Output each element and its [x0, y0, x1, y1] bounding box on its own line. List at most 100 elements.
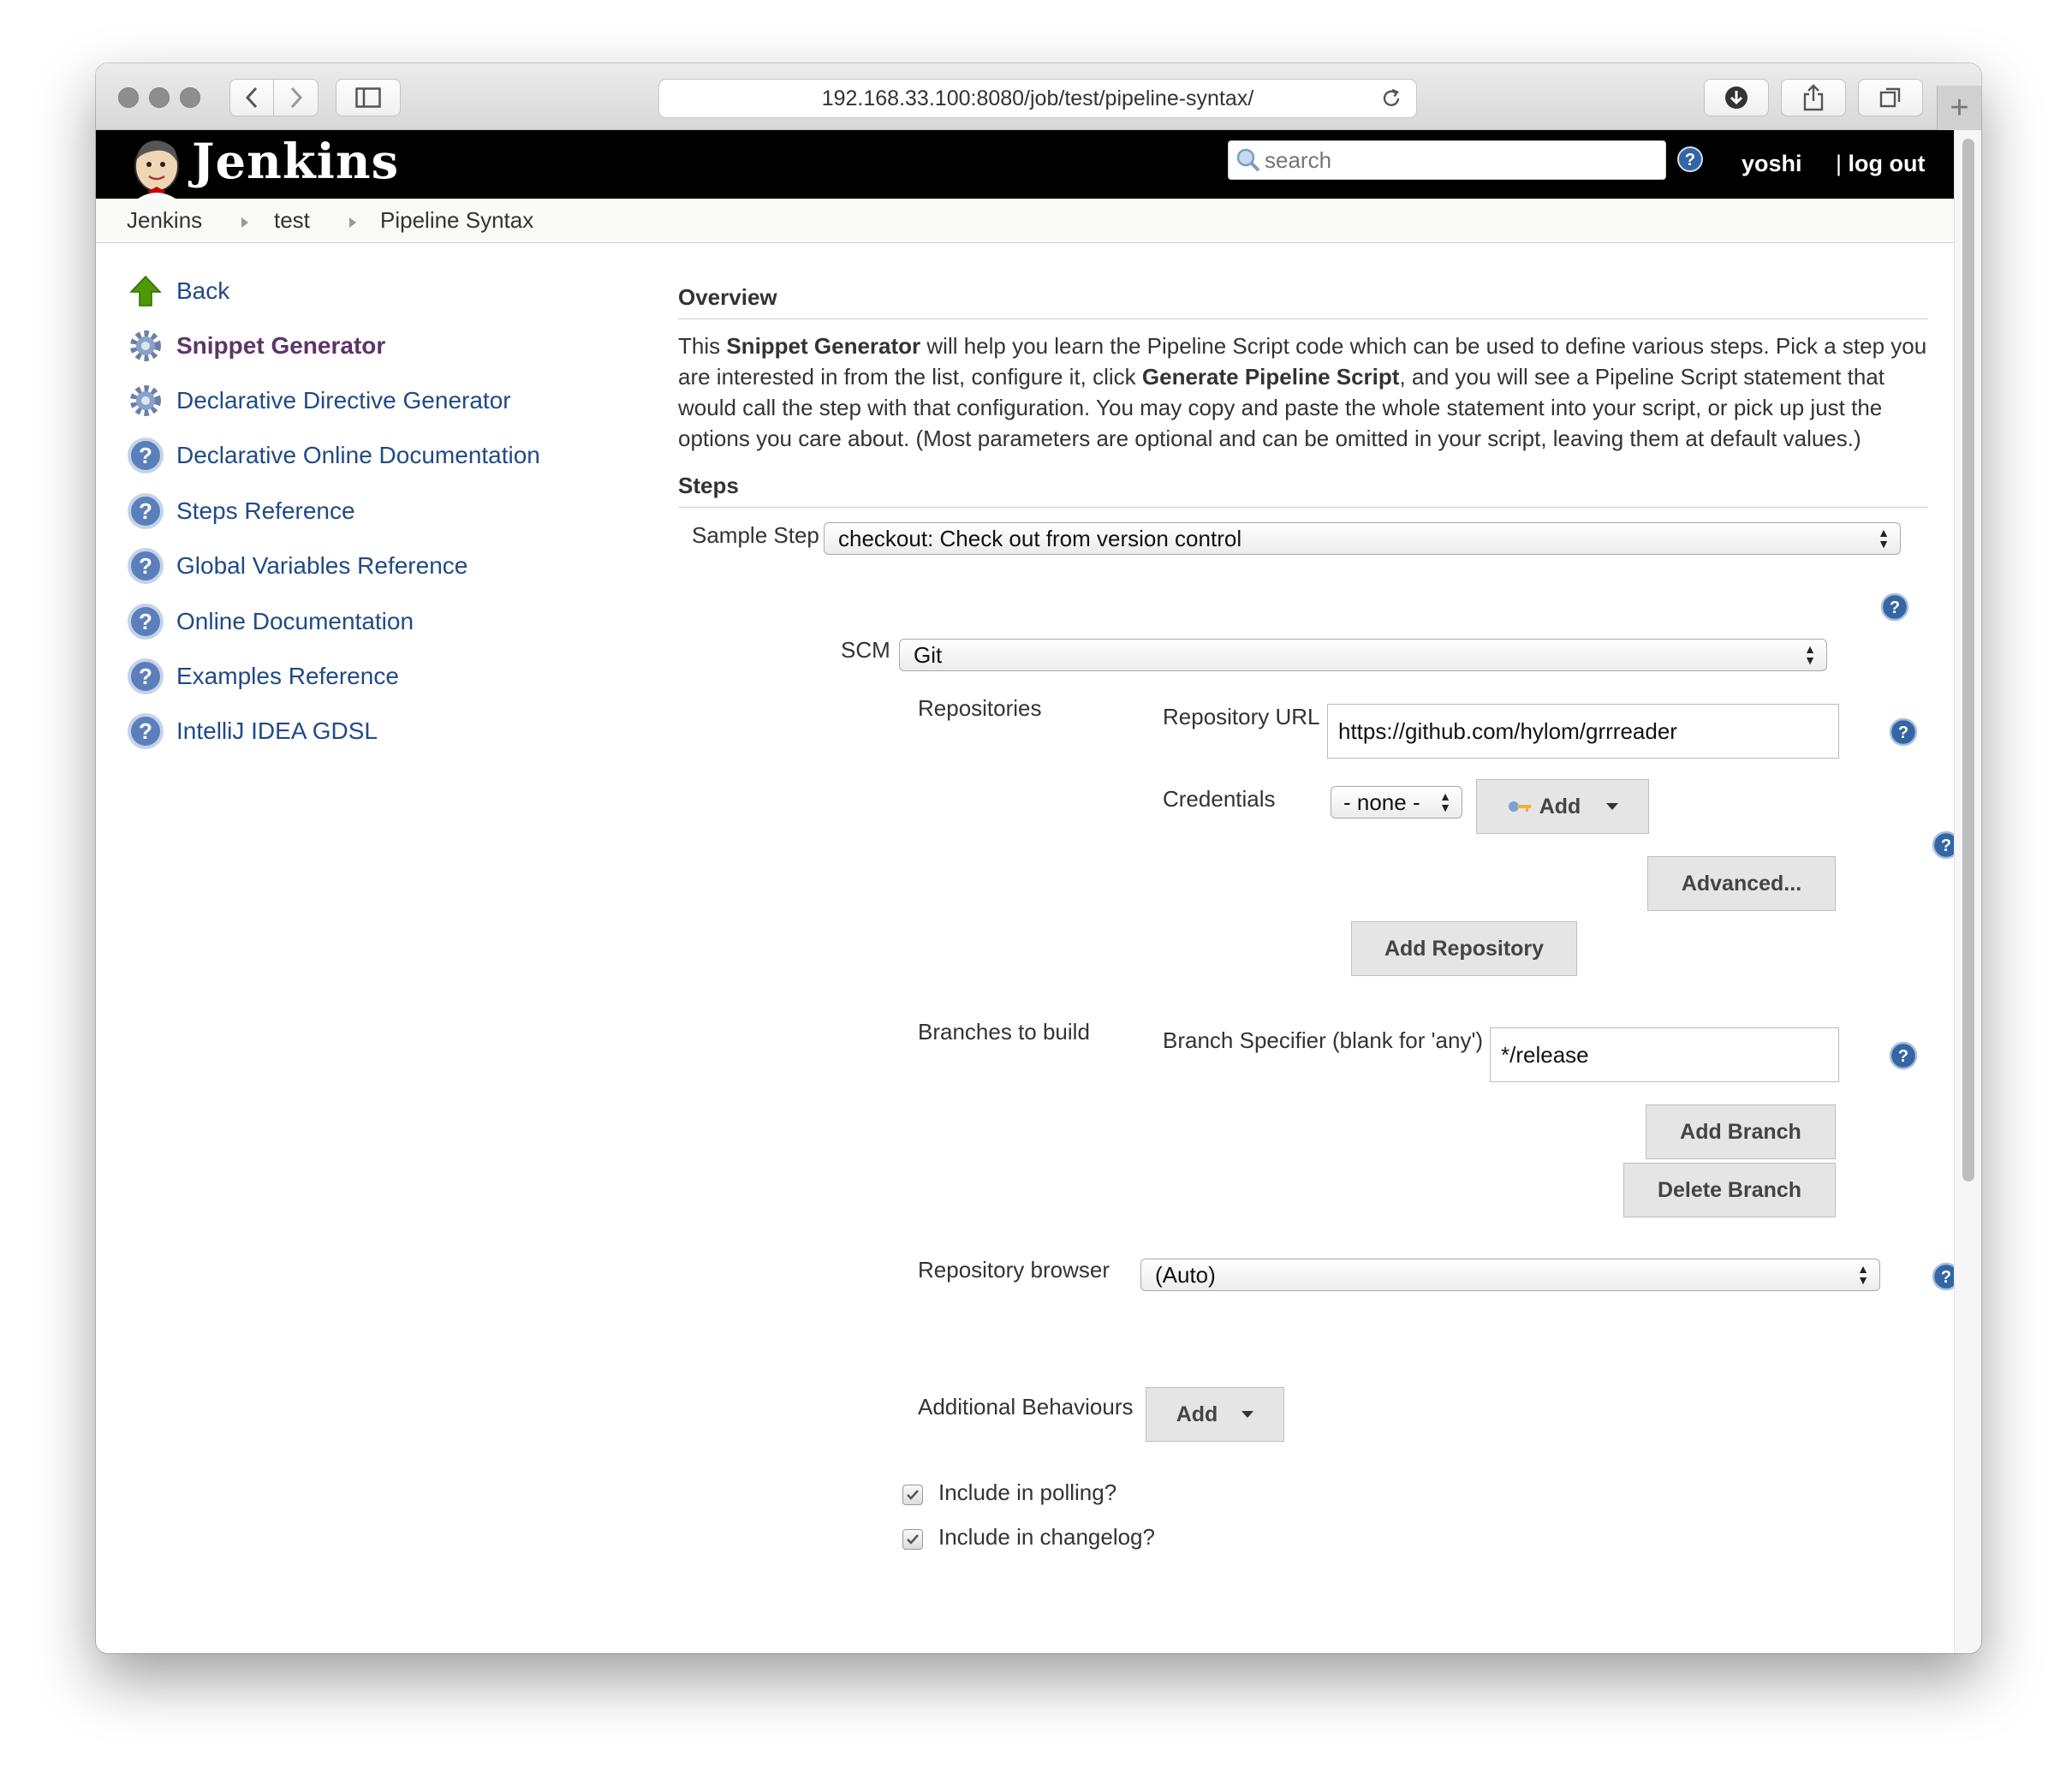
svg-text:?: ? — [1898, 723, 1908, 742]
repository-browser-value: (Auto) — [1155, 1261, 1216, 1288]
additional-behaviours-add-label: Add — [1176, 1402, 1218, 1426]
include-in-polling-checkbox[interactable] — [902, 1485, 923, 1505]
add-repository-button[interactable]: Add Repository — [1351, 921, 1577, 976]
delete-branch-button[interactable]: Delete Branch — [1623, 1163, 1836, 1217]
sidebar-toggle-button[interactable] — [336, 79, 401, 116]
svg-text:?: ? — [1898, 1047, 1908, 1066]
credentials-value: - none - — [1343, 789, 1420, 815]
repository-browser-select[interactable]: (Auto) ▲ ▼ — [1140, 1259, 1880, 1291]
steps-divider — [678, 507, 1928, 508]
sidebar-item-label: Global Variables Reference — [176, 552, 468, 579]
sidebar-item-online-documentation[interactable]: ? Online Documentation — [125, 601, 414, 642]
breadcrumb: Jenkins test Pipeline Syntax — [96, 199, 1954, 243]
credentials-label: Credentials — [1163, 786, 1276, 812]
chevron-right-icon — [290, 86, 302, 109]
credentials-select[interactable]: - none - ▲ ▼ — [1331, 786, 1462, 819]
sidebar-item-label: Online Documentation — [176, 608, 414, 634]
help-icon: ? — [125, 656, 166, 697]
add-branch-button[interactable]: Add Branch — [1646, 1104, 1836, 1159]
user-link[interactable]: yoshi — [1742, 151, 1802, 177]
repositories-label: Repositories — [918, 695, 1042, 721]
share-button[interactable] — [1781, 79, 1846, 116]
help-icon: ? — [125, 711, 166, 752]
svg-text:?: ? — [139, 553, 152, 579]
sample-step-value: checkout: Check out from version control — [838, 525, 1242, 551]
sidebar-item-examples-reference[interactable]: ? Examples Reference — [125, 656, 399, 697]
plus-icon: + — [1950, 89, 1969, 126]
sidebar-item-intellij-idea-gdsl[interactable]: ? IntelliJ IDEA GDSL — [125, 711, 378, 752]
address-bar[interactable]: 192.168.33.100:8080/job/test/pipeline-sy… — [658, 79, 1417, 118]
browser-toolbar: 192.168.33.100:8080/job/test/pipeline-sy… — [96, 63, 1981, 130]
sidebar-item-steps-reference[interactable]: ? Steps Reference — [125, 491, 355, 532]
sidebar-item-snippet-generator[interactable]: Snippet Generator — [125, 325, 385, 366]
downloads-button[interactable] — [1704, 79, 1769, 116]
zoom-window-button[interactable] — [180, 87, 200, 108]
vertical-scrollbar[interactable] — [1954, 130, 1981, 1653]
repository-url-value: https://github.com/hylom/grrreader — [1338, 717, 1677, 744]
include-in-changelog-checkbox[interactable] — [902, 1529, 923, 1550]
breadcrumb-test[interactable]: test — [274, 207, 310, 234]
select-arrows-icon: ▲ ▼ — [1878, 526, 1890, 551]
include-in-changelog-label[interactable]: Include in changelog? — [938, 1524, 1155, 1551]
svg-text:?: ? — [139, 664, 152, 689]
sample-step-help-icon[interactable]: ? — [1880, 592, 1909, 622]
repository-url-help-icon[interactable]: ? — [1889, 717, 1918, 747]
jenkins-butler-logo-icon[interactable] — [127, 135, 187, 200]
up-arrow-icon — [125, 271, 166, 312]
new-tab-button[interactable]: + — [1937, 86, 1981, 130]
include-in-polling-label[interactable]: Include in polling? — [938, 1479, 1116, 1506]
logout-link[interactable]: | log out — [1836, 151, 1925, 177]
branch-specifier-help-icon[interactable]: ? — [1889, 1041, 1918, 1070]
svg-text:?: ? — [1685, 151, 1695, 170]
reload-icon[interactable] — [1380, 87, 1402, 110]
overview-bold-snippet-generator: Snippet Generator — [726, 333, 921, 359]
branch-specifier-value: */release — [1501, 1041, 1589, 1068]
credentials-add-button[interactable]: Add — [1476, 779, 1649, 834]
sidebar-item-back[interactable]: Back — [125, 271, 229, 312]
sidebar-item-declarative-online-documentation[interactable]: ? Declarative Online Documentation — [125, 435, 540, 476]
credentials-add-label: Add — [1539, 794, 1581, 819]
breadcrumb-jenkins[interactable]: Jenkins — [127, 207, 202, 234]
chevron-left-icon — [245, 86, 258, 109]
branch-specifier-label: Branch Specifier (blank for 'any') — [1163, 1027, 1484, 1053]
search-help-icon[interactable]: ? — [1676, 146, 1704, 173]
help-icon: ? — [125, 435, 166, 476]
sidebar-item-label: IntelliJ IDEA GDSL — [176, 717, 378, 744]
branch-specifier-input[interactable]: */release — [1490, 1027, 1839, 1082]
back-nav-button[interactable] — [229, 79, 274, 116]
sidebar-item-label: Back — [176, 277, 230, 304]
sidebar-item-label: Steps Reference — [176, 497, 355, 524]
additional-behaviours-add-button[interactable]: Add — [1146, 1387, 1284, 1442]
breadcrumb-pipeline-syntax[interactable]: Pipeline Syntax — [380, 207, 533, 234]
scm-select[interactable]: Git ▲ ▼ — [899, 639, 1827, 671]
search-input[interactable] — [1265, 146, 1641, 174]
svg-text:?: ? — [139, 718, 152, 744]
breadcrumb-arrow-icon[interactable] — [241, 217, 248, 228]
advanced-button[interactable]: Advanced... — [1647, 856, 1836, 911]
sidebar-item-label: Declarative Directive Generator — [176, 387, 511, 414]
repository-url-input[interactable]: https://github.com/hylom/grrreader — [1327, 704, 1839, 759]
close-window-button[interactable] — [118, 87, 139, 108]
help-icon: ? — [125, 491, 166, 532]
sample-step-select[interactable]: checkout: Check out from version control… — [824, 522, 1901, 555]
gear-icon — [125, 380, 166, 421]
overview-bold-generate-pipeline-script: Generate Pipeline Script — [1141, 364, 1400, 390]
svg-text:?: ? — [139, 609, 152, 634]
repository-browser-label: Repository browser — [918, 1257, 1110, 1283]
steps-heading: Steps — [678, 473, 739, 498]
tabs-overview-button[interactable] — [1858, 79, 1923, 116]
search-box[interactable] — [1228, 140, 1666, 180]
repository-url-label: Repository URL — [1163, 704, 1320, 729]
forward-nav-button[interactable] — [274, 79, 319, 116]
breadcrumb-arrow-icon[interactable] — [349, 217, 356, 228]
minimize-window-button[interactable] — [149, 87, 170, 108]
select-arrows-icon: ▲ ▼ — [1804, 642, 1816, 667]
key-icon — [1508, 801, 1531, 812]
scrollbar-thumb[interactable] — [1962, 139, 1974, 1182]
sidebar-item-declarative-directive-generator[interactable]: Declarative Directive Generator — [125, 380, 511, 421]
sidebar-item-label: Examples Reference — [176, 663, 399, 689]
svg-text:?: ? — [139, 498, 152, 524]
sidebar-item-global-variables-reference[interactable]: ? Global Variables Reference — [125, 545, 467, 586]
share-icon — [1803, 84, 1824, 111]
jenkins-logo-text[interactable]: Jenkins — [192, 134, 399, 190]
